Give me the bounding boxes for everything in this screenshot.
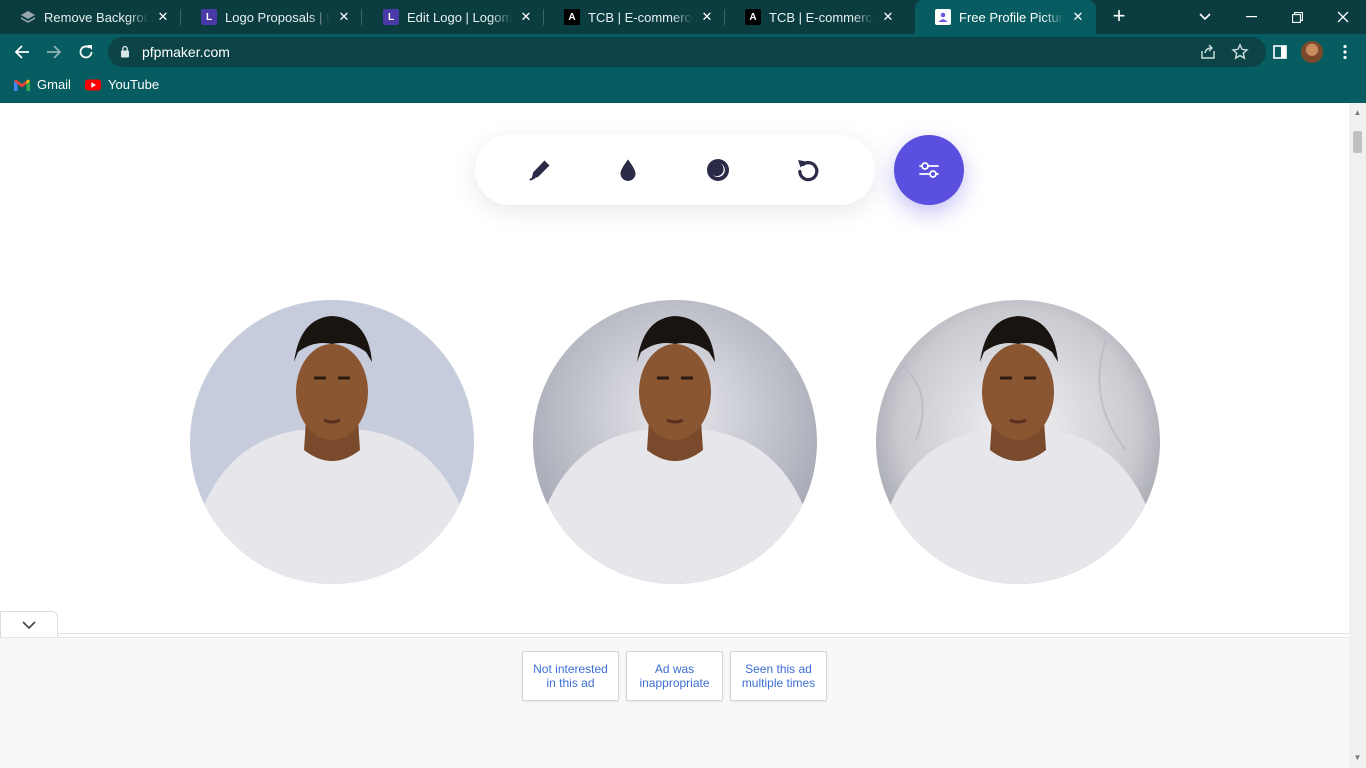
scroll-thumb[interactable] <box>1353 131 1362 153</box>
pfp-preview[interactable] <box>533 300 817 584</box>
tab-title: Free Profile Picture Ma <box>959 9 1064 25</box>
close-tab-icon[interactable]: ✕ <box>336 9 352 25</box>
close-tab-icon[interactable]: ✕ <box>880 9 896 25</box>
pen-icon[interactable] <box>527 157 553 183</box>
sliders-icon <box>919 162 939 178</box>
side-panel-icon <box>1273 45 1287 59</box>
menu-button[interactable] <box>1331 38 1359 66</box>
tab-strip: Remove Background f ✕ L Logo Proposals |… <box>0 0 1366 34</box>
pfp-preview[interactable] <box>190 300 474 584</box>
tcb-icon: A <box>745 9 761 25</box>
drop-icon[interactable] <box>615 157 641 183</box>
close-window-button[interactable] <box>1320 0 1366 34</box>
scroll-down-icon[interactable]: ▼ <box>1353 754 1362 762</box>
arrow-right-icon <box>47 45 62 59</box>
kebab-menu-icon <box>1343 44 1347 60</box>
browser-tab[interactable]: L Logo Proposals | Logo ✕ <box>181 0 362 34</box>
rotate-icon[interactable] <box>795 157 821 183</box>
bookmark-label: YouTube <box>108 77 160 92</box>
browser-tab[interactable]: A TCB | E-commerce ✕ <box>544 0 725 34</box>
settings-button[interactable] <box>894 135 964 205</box>
ad-inappropriate-button[interactable]: Ad was inappropriate <box>626 651 723 701</box>
scroll-up-icon[interactable]: ▲ <box>1353 109 1362 117</box>
pfp-preview[interactable] <box>876 300 1160 584</box>
page-scrollbar[interactable]: ▲ ▼ <box>1349 103 1366 768</box>
tab-search-icon[interactable] <box>1182 0 1228 34</box>
profile-photo <box>876 300 1160 584</box>
logomaster-icon: L <box>201 9 217 25</box>
arrow-left-icon <box>14 45 29 59</box>
share-icon[interactable] <box>1199 43 1217 61</box>
logomaster-icon: L <box>383 9 399 25</box>
page-viewport: Not interested in this ad Ad was inappro… <box>0 103 1349 768</box>
browser-tab[interactable]: Remove Background f ✕ <box>0 0 181 34</box>
divider <box>58 633 1349 634</box>
profile-photo <box>190 300 474 584</box>
url-text: pfpmaker.com <box>142 44 230 60</box>
new-tab-button[interactable]: + <box>1107 5 1131 29</box>
tab-title: Remove Background f <box>44 9 149 25</box>
minimize-button[interactable] <box>1228 0 1274 34</box>
reload-button[interactable] <box>72 38 100 66</box>
browser-toolbar: pfpmaker.com <box>0 34 1366 70</box>
close-tab-icon[interactable]: ✕ <box>1070 9 1086 25</box>
bookmark-star-icon[interactable] <box>1231 43 1249 61</box>
close-tab-icon[interactable]: ✕ <box>155 9 171 25</box>
reload-icon <box>79 45 93 59</box>
not-interested-button[interactable]: Not interested in this ad <box>522 651 619 701</box>
browser-tab[interactable]: A TCB | E-commerce ✕ <box>725 0 906 34</box>
bookmark-gmail[interactable]: Gmail <box>14 77 71 92</box>
browser-tab-active[interactable]: Free Profile Picture Ma ✕ <box>915 0 1096 34</box>
tab-title: TCB | E-commerce <box>588 9 693 25</box>
restore-button[interactable] <box>1274 0 1320 34</box>
chevron-down-icon <box>22 620 36 629</box>
profile-photo <box>533 300 817 584</box>
tab-title: TCB | E-commerce <box>769 9 874 25</box>
ad-collapse-button[interactable] <box>0 611 58 637</box>
close-tab-icon[interactable]: ✕ <box>518 9 534 25</box>
pfp-icon <box>935 9 951 25</box>
seen-multiple-times-button[interactable]: Seen this ad multiple times <box>730 651 827 701</box>
gmail-icon <box>14 79 30 91</box>
tab-title: Edit Logo | Logomaste <box>407 9 512 25</box>
address-bar[interactable]: pfpmaker.com <box>108 37 1266 67</box>
moon-icon[interactable] <box>705 157 731 183</box>
tcb-icon: A <box>564 9 580 25</box>
close-tab-icon[interactable]: ✕ <box>699 9 715 25</box>
layers-icon <box>20 9 36 25</box>
browser-tab[interactable]: L Edit Logo | Logomaste ✕ <box>363 0 544 34</box>
youtube-icon <box>85 79 101 90</box>
side-panel-button[interactable] <box>1266 38 1294 66</box>
profile-avatar[interactable] <box>1301 41 1323 63</box>
tab-title: Logo Proposals | Logo <box>225 9 330 25</box>
forward-button[interactable] <box>40 38 68 66</box>
bookmark-label: Gmail <box>37 77 71 92</box>
ad-feedback-panel: Not interested in this ad Ad was inappro… <box>0 637 1349 768</box>
bookmarks-bar: Gmail YouTube <box>0 70 1366 103</box>
editor-toolbar <box>475 135 875 205</box>
bookmark-youtube[interactable]: YouTube <box>85 77 159 92</box>
lock-icon <box>121 45 129 58</box>
back-button[interactable] <box>8 38 36 66</box>
